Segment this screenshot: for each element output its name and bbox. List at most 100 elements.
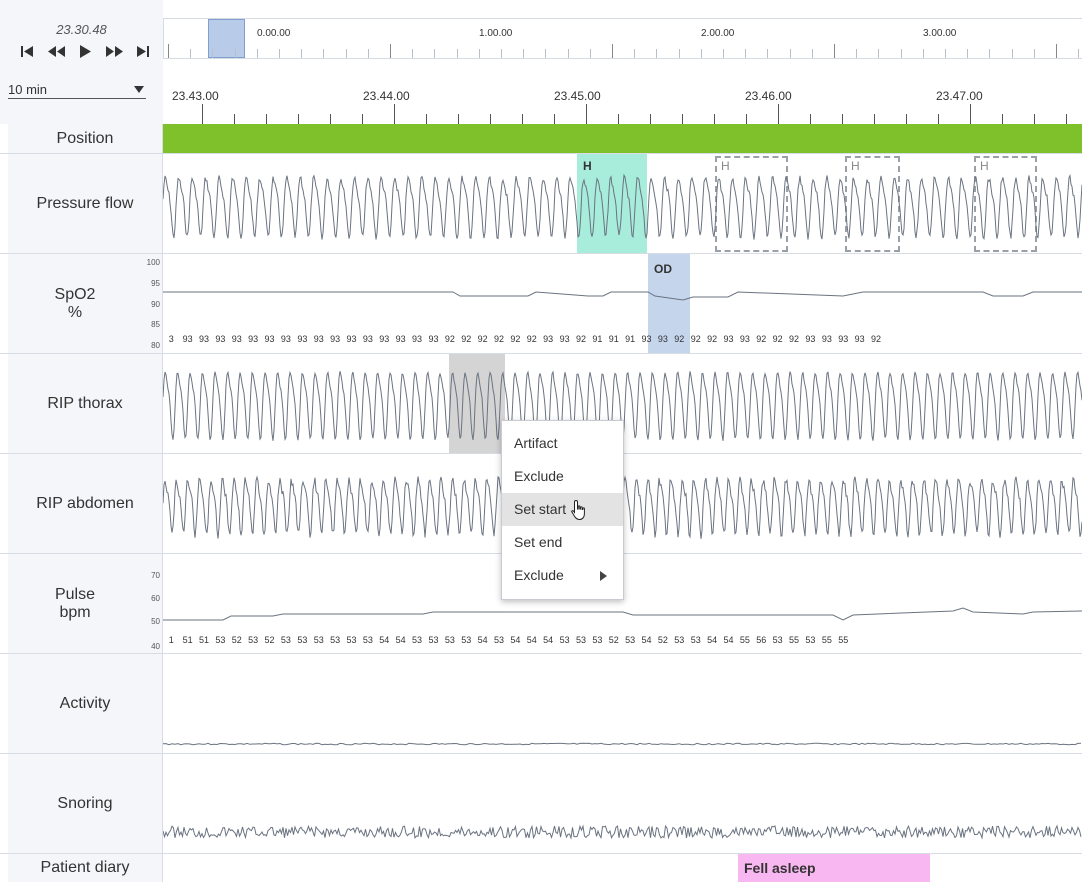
value-cell: 92 <box>494 334 505 344</box>
value-cell: 53 <box>215 635 226 645</box>
menu-item-label: Exclude <box>514 567 564 583</box>
playback-panel: 23.30.48 10 min <box>0 0 163 124</box>
spo2-values: 3 93 93 93 93 93 93 93 93 93 93 93 93 93 93 93 93 92 92 92 9… <box>163 334 1082 344</box>
track-label-text: Activity <box>59 694 111 712</box>
track-label: Pressure flow <box>8 154 163 253</box>
pulse-values: 1 51 51 53 52 53 52 53 53 53 53 53 53 54 54 53 53 53 53 54 5… <box>163 635 1082 645</box>
value-cell: 93 <box>543 334 554 344</box>
track-label: Position <box>8 124 163 153</box>
value-cell: 53 <box>248 635 259 645</box>
value-cell: 92 <box>789 334 800 344</box>
value-cell: 93 <box>248 334 259 344</box>
time-axis-tick <box>330 114 331 124</box>
activity-signal[interactable] <box>163 654 1082 753</box>
value-cell: 92 <box>690 334 701 344</box>
pulse-scale: 70 60 50 40 <box>124 554 164 653</box>
value-cell: 93 <box>297 334 308 344</box>
value-cell: 53 <box>444 635 455 645</box>
time-axis-tick <box>714 114 715 124</box>
overview-window-handle[interactable] <box>208 19 245 58</box>
value-cell: 53 <box>625 635 636 645</box>
time-axis-tick <box>970 104 971 124</box>
value-cell: 92 <box>461 334 472 344</box>
track-label-text: Patient diary <box>40 859 130 876</box>
skip-to-end-icon[interactable] <box>134 44 153 59</box>
menu-item-set-start[interactable]: Set start <box>502 493 623 526</box>
overview-tick <box>700 49 702 58</box>
overview-tick <box>945 49 946 58</box>
overview-tick <box>478 49 480 58</box>
time-axis-tick <box>266 114 267 124</box>
menu-item-artifact[interactable]: Artifact <box>502 427 623 460</box>
overview-tick <box>501 49 502 58</box>
time-axis-tick <box>810 114 811 124</box>
time-axis-label: 23.44.00 <box>363 89 410 103</box>
spo2-scale: 100 95 90 85 80 <box>124 254 164 353</box>
pressure-flow-signal[interactable]: H H H H <box>163 154 1082 253</box>
value-cell: 93 <box>723 334 734 344</box>
skip-to-start-icon[interactable] <box>18 44 37 59</box>
value-cell: 53 <box>297 635 308 645</box>
overview-tick <box>301 49 303 58</box>
overview-label: 0.00.00 <box>257 28 291 39</box>
fast-forward-icon[interactable] <box>105 44 124 59</box>
overview-timeline[interactable]: 0.00.00 1.00.00 2.00.00 3.00.00 <box>163 18 1082 59</box>
value-cell: 93 <box>362 334 373 344</box>
time-axis-tick <box>1002 114 1003 124</box>
value-cell: 91 <box>608 334 619 344</box>
zoom-value: 10 min <box>8 82 48 97</box>
play-icon[interactable] <box>76 44 95 59</box>
value-cell: 1 <box>168 635 174 645</box>
value-cell: 93 <box>379 334 390 344</box>
value-cell: 92 <box>870 334 881 344</box>
spo2-signal[interactable]: OD 3 93 93 93 93 93 93 93 93 93 93 93 93 93 93 93 93 92 92… <box>163 254 1082 353</box>
rewind-icon[interactable] <box>47 44 66 59</box>
overview-tick <box>323 49 325 58</box>
overview-tick <box>412 49 414 58</box>
overview-tick <box>1033 49 1035 58</box>
snoring-signal[interactable] <box>163 754 1082 853</box>
scale-label: 70 <box>151 571 160 580</box>
track-label-text: SpO2 <box>54 285 96 303</box>
value-cell: 93 <box>838 334 849 344</box>
patient-diary-body[interactable]: Fell asleep <box>163 854 1082 882</box>
zoom-select[interactable]: 10 min <box>8 82 146 99</box>
overview-label: 3.00.00 <box>923 28 957 39</box>
time-axis-tick <box>554 114 555 124</box>
track-position: Position <box>0 124 1082 154</box>
time-axis-tick <box>778 104 779 124</box>
value-cell: 54 <box>379 635 390 645</box>
value-cell: 93 <box>313 334 324 344</box>
time-axis: 23.43.00 23.44.00 23.45.00 23.46.00 23.4… <box>163 72 1082 124</box>
diary-event[interactable]: Fell asleep <box>738 854 930 882</box>
overview-tick <box>1078 49 1080 58</box>
value-cell: 54 <box>543 635 554 645</box>
time-axis-tick <box>202 104 203 124</box>
transport-controls <box>18 44 153 59</box>
value-cell: 92 <box>707 334 718 344</box>
overview-tick <box>1011 49 1013 58</box>
value-cell: 92 <box>444 334 455 344</box>
track-label-text: Snoring <box>57 794 113 812</box>
value-cell: 92 <box>674 334 685 344</box>
scale-label: 50 <box>151 617 160 626</box>
scale-label: 40 <box>151 642 160 651</box>
menu-item-exclude-submenu[interactable]: Exclude <box>502 559 623 592</box>
overview-tick <box>612 44 613 58</box>
menu-item-set-end[interactable]: Set end <box>502 526 623 559</box>
waveform <box>163 742 1082 746</box>
time-axis-label: 23.45.00 <box>554 89 601 103</box>
value-cell: 93 <box>231 334 242 344</box>
track-label-text: Position <box>56 129 114 147</box>
value-cell: 93 <box>395 334 406 344</box>
overview-tick <box>256 49 258 58</box>
value-cell: 93 <box>641 334 652 344</box>
menu-item-exclude[interactable]: Exclude <box>502 460 623 493</box>
value-cell: 53 <box>362 635 373 645</box>
value-cell: 53 <box>330 635 341 645</box>
overview-tick <box>390 44 391 58</box>
value-cell: 53 <box>428 635 439 645</box>
position-bar[interactable] <box>163 124 1082 153</box>
value-cell: 54 <box>395 635 406 645</box>
value-cell: 93 <box>198 334 209 344</box>
